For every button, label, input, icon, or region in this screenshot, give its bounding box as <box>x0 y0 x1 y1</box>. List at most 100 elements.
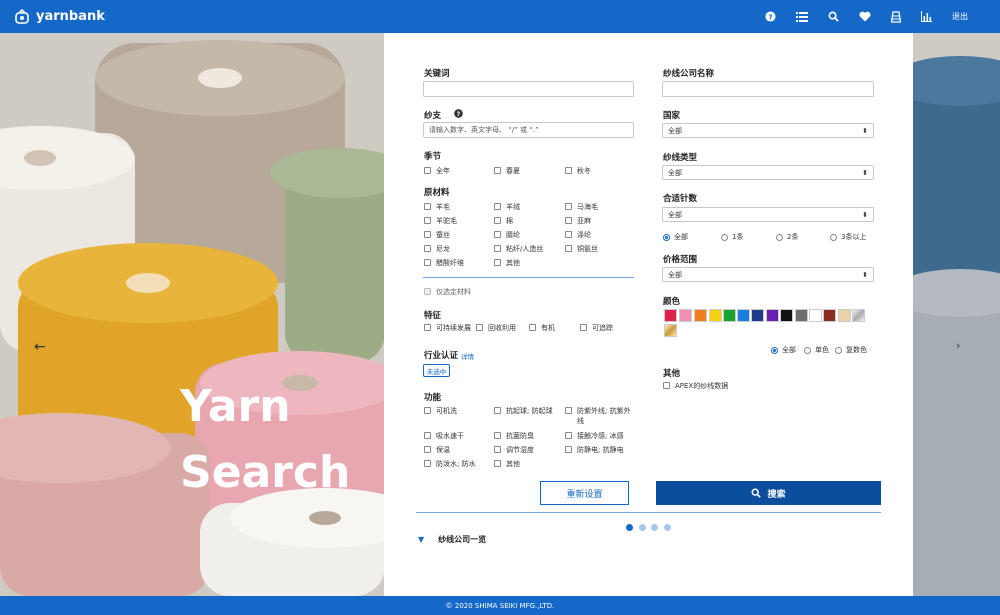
material-checkbox-9[interactable]: 尼龙 <box>424 244 450 254</box>
season-checkbox-0[interactable]: 全年 <box>424 166 450 176</box>
carousel-dot-2[interactable] <box>639 524 646 531</box>
function-checkbox-1[interactable]: 抗起球; 防起球 <box>494 406 553 416</box>
function-checkbox-7[interactable]: 调节湿度 <box>494 445 534 455</box>
apex-checkbox[interactable]: APEX的纱线数据 <box>663 381 728 391</box>
carousel-dot-4[interactable] <box>664 524 671 531</box>
material-checkbox-8[interactable]: 涤纶 <box>565 230 591 240</box>
feature-checkbox-2[interactable]: 有机 <box>529 323 555 333</box>
gauge-radio-3[interactable]: 3条以上 <box>830 232 866 242</box>
function-checkbox-6[interactable]: 保温 <box>424 445 450 455</box>
material-checkbox-12[interactable]: 醋酸纤维 <box>424 258 464 268</box>
price-select[interactable]: 全部 ⬍ <box>662 267 874 282</box>
season-text: 全年 <box>436 167 450 175</box>
function-checkbox-0[interactable]: 可机洗 <box>424 406 457 416</box>
feature-checkbox-3[interactable]: 可追踪 <box>580 323 613 333</box>
cert-detail-link[interactable]: 详情 <box>461 351 474 361</box>
function-checkbox-9[interactable]: 防泼水; 防水 <box>424 459 476 469</box>
color-swatch-10[interactable] <box>809 309 822 322</box>
material-text: 醋酸纤维 <box>436 259 464 267</box>
material-text: 马海毛 <box>577 203 598 211</box>
color-swatch-7[interactable] <box>766 309 779 322</box>
checkbox-box <box>424 460 431 467</box>
count-input[interactable]: 请输入数字、英文字母、 “/” 或 “.” <box>423 122 634 138</box>
function-checkbox-5[interactable]: 接触冷感; 冰感 <box>565 431 624 441</box>
company-list-toggle[interactable]: ▼ 纱线公司一览 <box>418 534 486 545</box>
function-checkbox-2[interactable]: 防紫外线; 抗紫外线 <box>565 406 635 426</box>
radio-text: 单色 <box>815 346 829 354</box>
color-swatch-8[interactable] <box>780 309 793 322</box>
gauge-select[interactable]: 全部 ⬍ <box>662 207 874 222</box>
season-checkbox-2[interactable]: 秋冬 <box>565 166 591 176</box>
search-button[interactable]: 搜索 <box>656 481 881 505</box>
color-mode-radio-1[interactable]: 单色 <box>804 345 829 355</box>
feature-text: 回收利用 <box>488 324 516 332</box>
material-checkbox-1[interactable]: 羊绒 <box>494 202 520 212</box>
color-swatch-5[interactable] <box>737 309 750 322</box>
heart-icon[interactable] <box>859 11 871 22</box>
color-swatch-0[interactable] <box>664 309 677 322</box>
function-checkbox-3[interactable]: 吸水速干 <box>424 431 464 441</box>
material-checkbox-2[interactable]: 马海毛 <box>565 202 598 212</box>
material-checkbox-7[interactable]: 腈纶 <box>494 230 520 240</box>
color-swatch-4[interactable] <box>723 309 736 322</box>
color-mode-radio-2[interactable]: 复数色 <box>835 345 867 355</box>
carousel-prev-arrow[interactable]: ← <box>34 339 46 355</box>
help-icon[interactable]: ? <box>765 11 776 22</box>
country-select[interactable]: 全部 ⬍ <box>662 123 874 138</box>
color-swatch-silver[interactable] <box>852 309 865 322</box>
material-checkbox-10[interactable]: 粘纤/人造丝 <box>494 244 543 254</box>
color-swatch-6[interactable] <box>751 309 764 322</box>
brand-name: yarnbank <box>36 9 105 24</box>
gauge-radio-2[interactable]: 2条 <box>776 232 798 242</box>
checkbox-box <box>494 446 501 453</box>
color-mode-radio-0[interactable]: 全部 <box>771 345 796 355</box>
color-swatch-9[interactable] <box>795 309 808 322</box>
carousel-dot-3[interactable] <box>651 524 658 531</box>
material-checkbox-11[interactable]: 铜氨丝 <box>565 244 598 254</box>
logout-link[interactable]: 退出 <box>952 11 968 22</box>
feature-checkbox-1[interactable]: 回收利用 <box>476 323 516 333</box>
gauge-radio-0[interactable]: 全部 <box>663 232 688 242</box>
gauge-radio-1[interactable]: 1条 <box>721 232 743 242</box>
checkbox-box <box>494 259 501 266</box>
function-checkbox-10[interactable]: 其他 <box>494 459 520 469</box>
function-text: 防静电; 抗静电 <box>577 446 624 454</box>
checkbox-box <box>476 324 483 331</box>
selected-only-text: 仅选定材料 <box>436 288 471 296</box>
company-list-label: 纱线公司一览 <box>438 535 487 544</box>
search-icon[interactable] <box>828 11 839 22</box>
feature-checkbox-0[interactable]: 可持续发展 <box>424 323 471 333</box>
cert-badge-button[interactable]: 未选中 <box>423 364 450 377</box>
material-checkbox-6[interactable]: 蚕丝 <box>424 230 450 240</box>
list-icon[interactable] <box>796 11 808 22</box>
function-checkbox-4[interactable]: 抗菌防臭 <box>494 431 534 441</box>
color-swatch-1[interactable] <box>679 309 692 322</box>
type-label: 纱线类型 <box>663 153 698 163</box>
brand-logo[interactable]: yarnbank <box>14 8 105 25</box>
company-input[interactable] <box>662 81 874 97</box>
carousel-dot-1[interactable] <box>626 524 633 531</box>
color-swatch-12[interactable] <box>838 309 851 322</box>
radio-text: 全部 <box>782 346 796 354</box>
count-help-icon[interactable]: ? <box>454 109 463 118</box>
bar-chart-icon[interactable] <box>921 11 932 22</box>
material-checkbox-13[interactable]: 其他 <box>494 258 520 268</box>
color-swatch-11[interactable] <box>823 309 836 322</box>
carousel-next-arrow[interactable]: › <box>956 339 960 352</box>
checkbox-box <box>494 245 501 252</box>
material-checkbox-5[interactable]: 亚麻 <box>565 216 591 226</box>
color-swatch-2[interactable] <box>694 309 707 322</box>
material-checkbox-4[interactable]: 棉 <box>494 216 513 226</box>
checkbox-box <box>565 203 572 210</box>
yarn-cone-icon[interactable] <box>891 10 901 23</box>
material-checkbox-3[interactable]: 羊驼毛 <box>424 216 457 226</box>
keyword-input[interactable] <box>423 81 634 97</box>
material-checkbox-0[interactable]: 羊毛 <box>424 202 450 212</box>
color-swatch-3[interactable] <box>709 309 722 322</box>
selected-only-checkbox[interactable]: 仅选定材料 <box>424 287 471 297</box>
season-checkbox-1[interactable]: 春夏 <box>494 166 520 176</box>
color-swatch-gold[interactable] <box>664 324 677 337</box>
type-select[interactable]: 全部 ⬍ <box>662 165 874 180</box>
function-checkbox-8[interactable]: 防静电; 抗静电 <box>565 445 624 455</box>
reset-button[interactable]: 重新设置 <box>540 481 629 505</box>
